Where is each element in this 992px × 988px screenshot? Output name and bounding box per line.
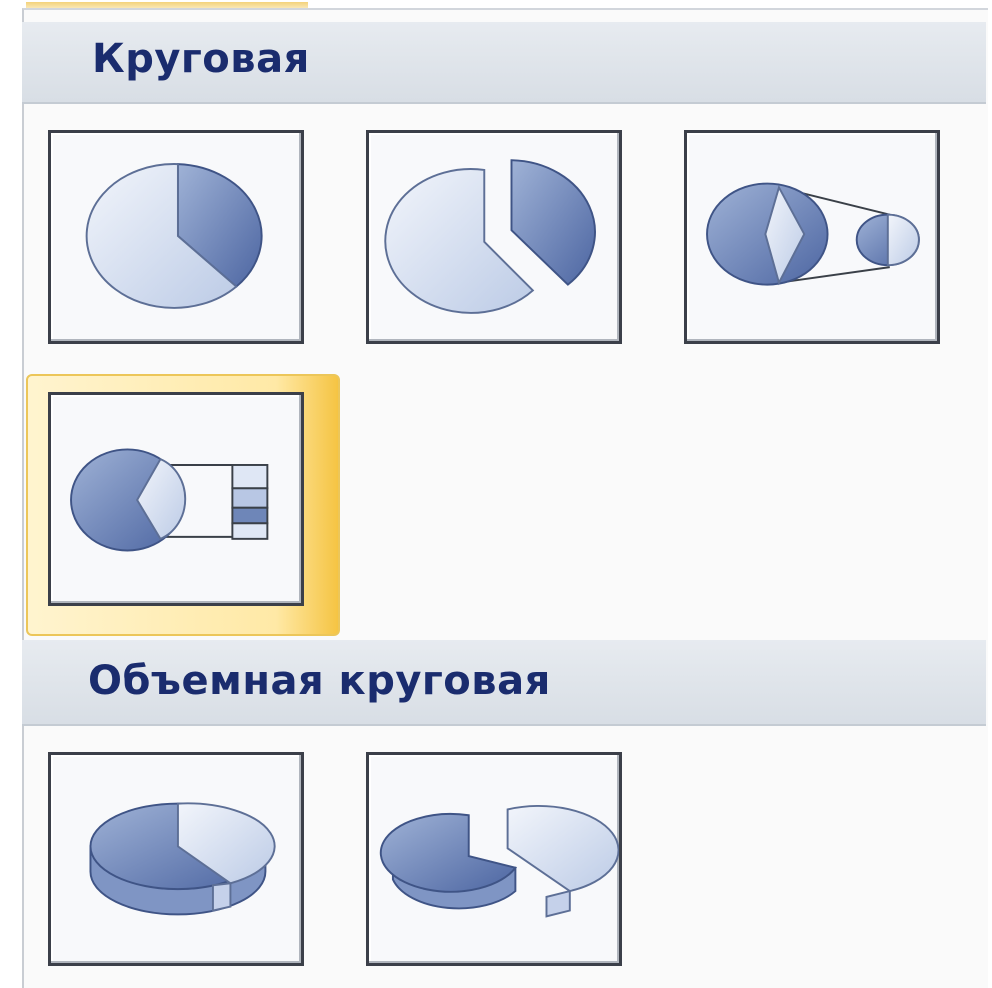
3d-pie-chart-option[interactable]: [48, 752, 304, 966]
section-header-pie: Круговая: [22, 22, 986, 104]
section-title: Объемная круговая: [88, 658, 551, 704]
section-header-3d-pie: Объемная круговая: [22, 640, 986, 726]
exploded-pie-chart-option[interactable]: [366, 130, 622, 344]
bar-of-pie-chart-option[interactable]: [48, 392, 304, 606]
3d-exploded-pie-chart-option[interactable]: [366, 752, 622, 966]
3d-exploded-pie-icon: [379, 804, 619, 918]
bar-of-pie-icon: [70, 448, 269, 552]
pie-chart-icon: [85, 163, 263, 309]
section-title: Круговая: [92, 36, 310, 82]
exploded-pie-icon: [384, 159, 596, 314]
3d-pie-icon: [89, 802, 276, 916]
pie-chart-option[interactable]: [48, 130, 304, 344]
pie-of-pie-icon: [706, 182, 920, 286]
pie-of-pie-chart-option[interactable]: [684, 130, 940, 344]
